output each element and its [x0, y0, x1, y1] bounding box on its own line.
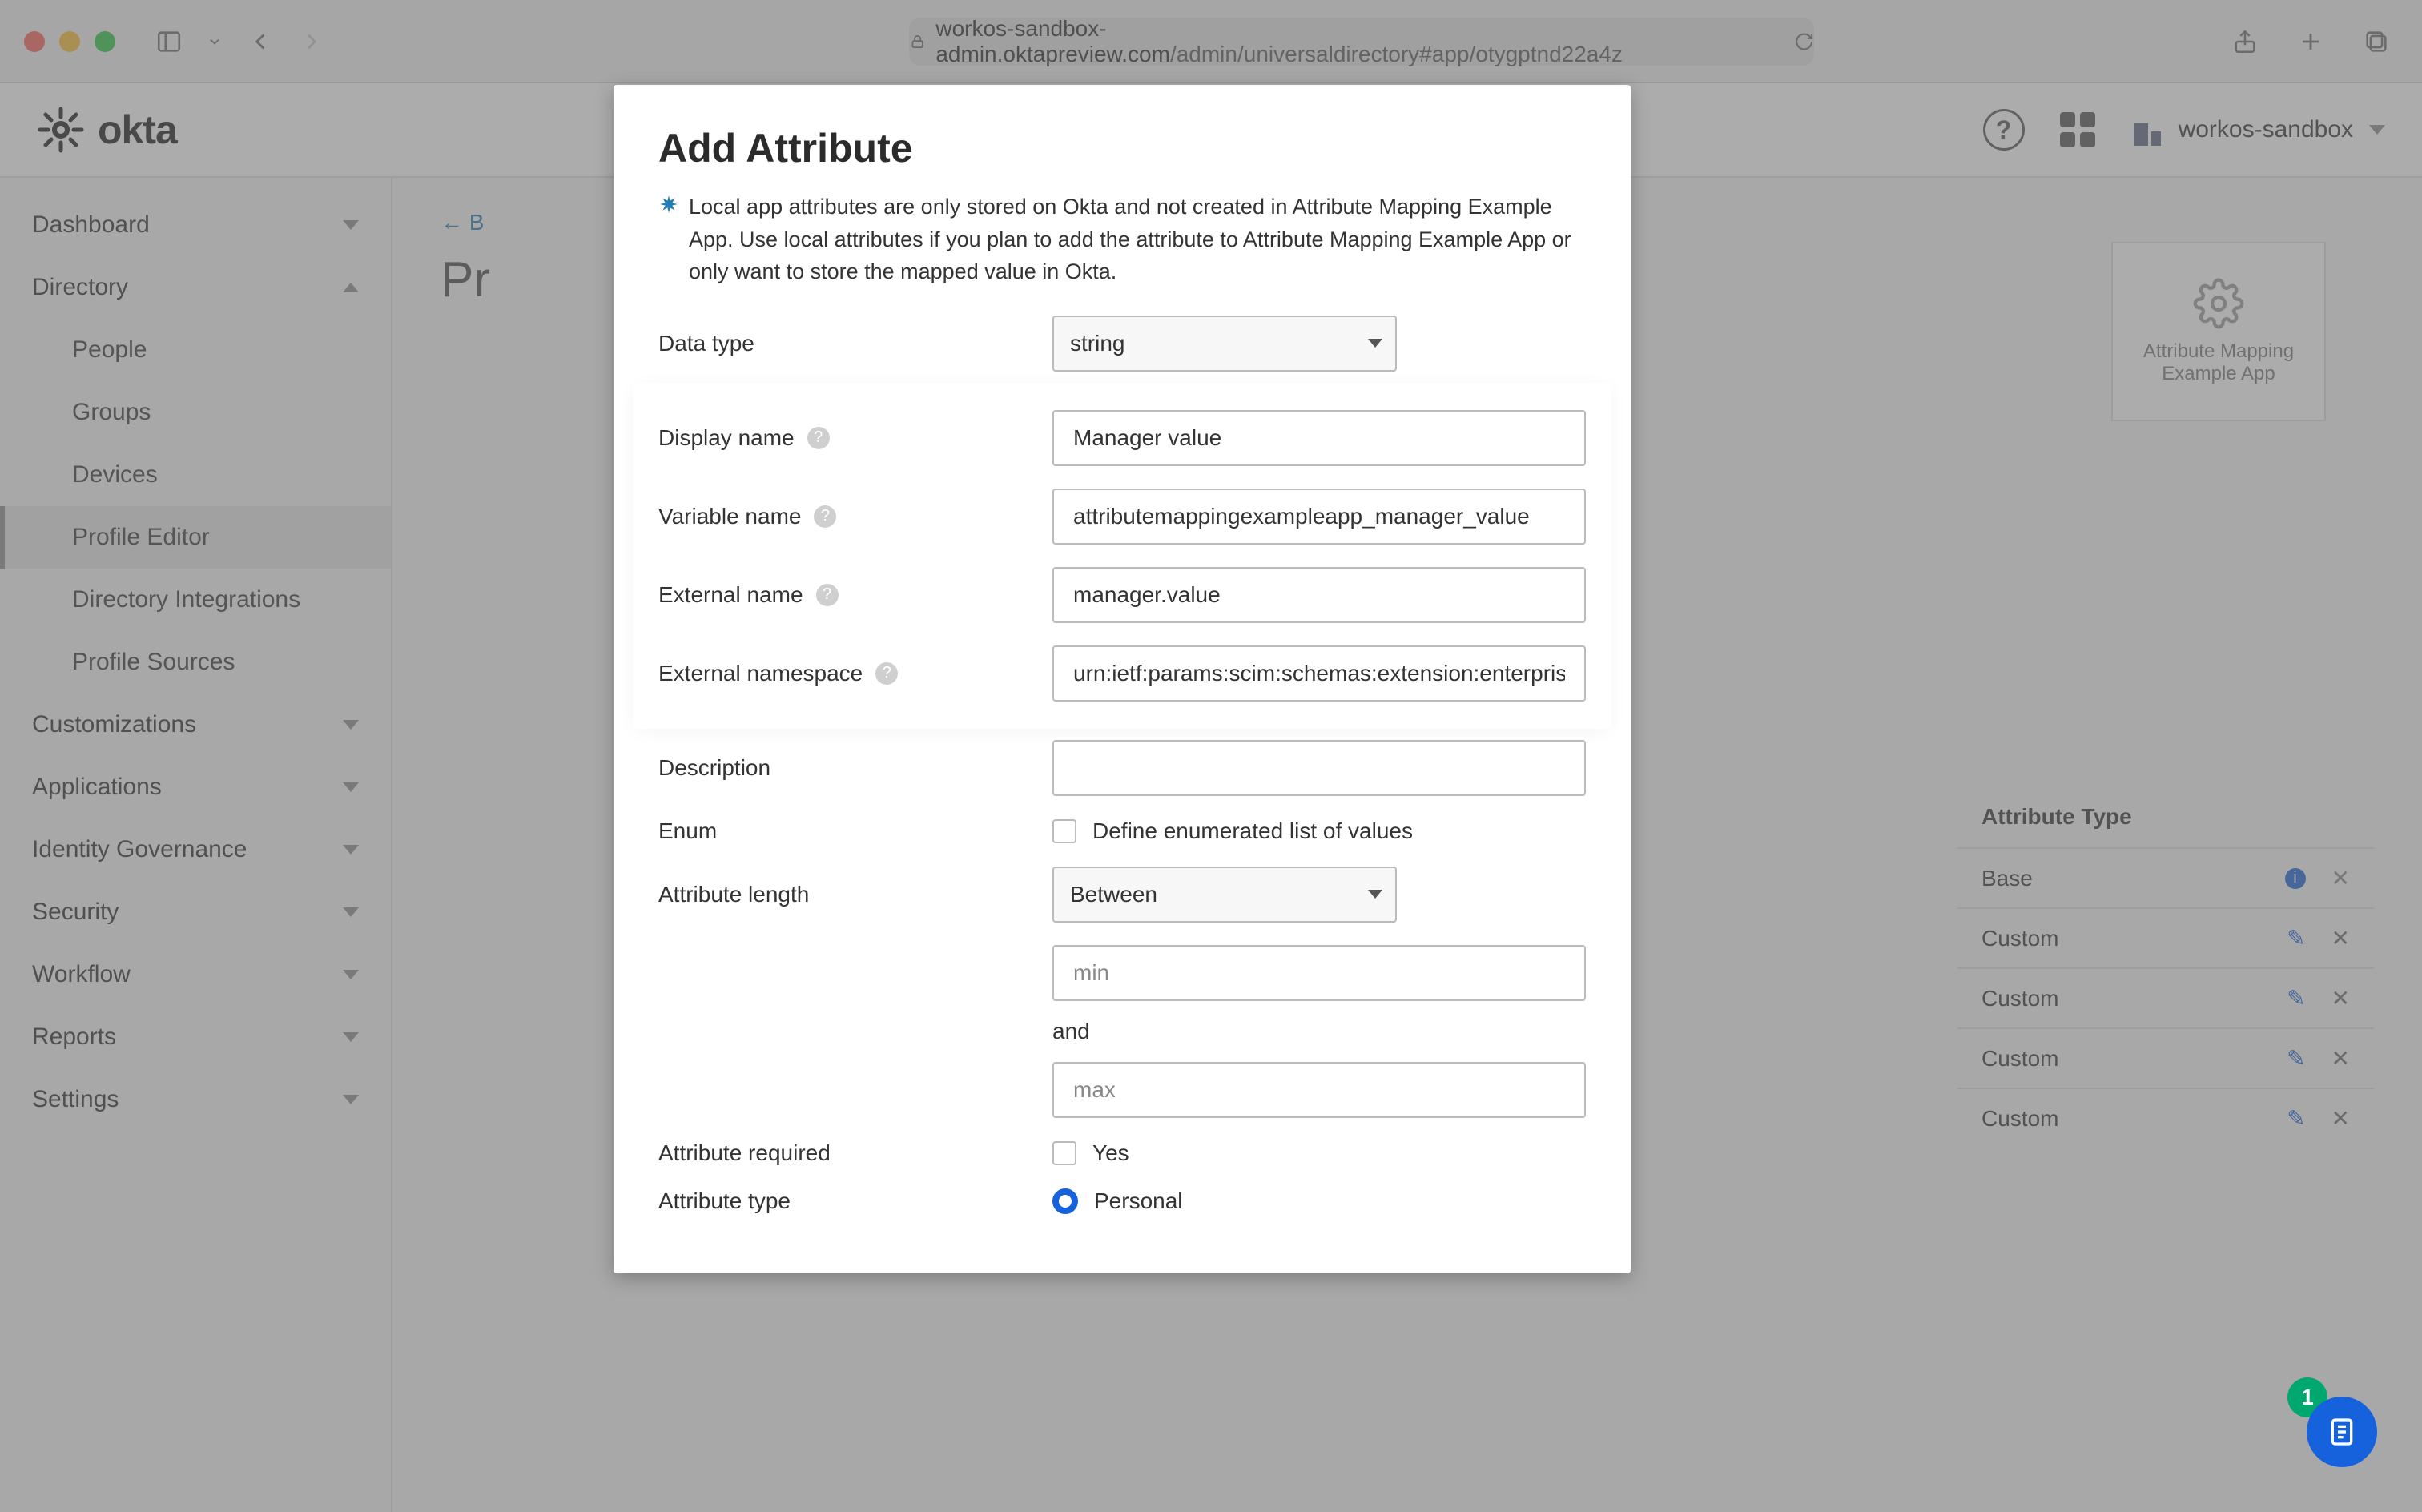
- checkbox-required[interactable]: [1052, 1141, 1076, 1165]
- label-display-name: Display name?: [658, 425, 1052, 451]
- row-max: [658, 1051, 1586, 1129]
- row-enum: Enum Define enumerated list of values: [658, 807, 1586, 855]
- modal-title: Add Attribute: [658, 125, 1586, 171]
- label-attribute-type: Attribute type: [658, 1188, 1052, 1214]
- input-description[interactable]: [1052, 740, 1586, 796]
- chevron-down-icon: [1368, 339, 1382, 348]
- chevron-down-icon: [1368, 890, 1382, 899]
- input-external-name[interactable]: [1052, 567, 1586, 623]
- row-external-name: External name?: [636, 556, 1608, 634]
- document-icon: [2326, 1416, 2358, 1448]
- radio-personal-label: Personal: [1094, 1188, 1183, 1214]
- checkbox-enum-label: Define enumerated list of values: [1092, 818, 1413, 844]
- row-and: and: [658, 1012, 1586, 1051]
- row-variable-name: Variable name?: [636, 477, 1608, 556]
- row-display-name: Display name?: [636, 399, 1608, 477]
- row-min: [658, 934, 1586, 1012]
- row-attribute-length: Attribute length Between: [658, 855, 1586, 934]
- input-max[interactable]: [1052, 1062, 1586, 1118]
- label-data-type: Data type: [658, 331, 1052, 356]
- modal-note: Local app attributes are only stored on …: [658, 191, 1586, 288]
- row-external-namespace: External namespace?: [636, 634, 1608, 713]
- label-variable-name: Variable name?: [658, 504, 1052, 529]
- row-data-type: Data type string: [658, 304, 1586, 383]
- label-external-name: External name?: [658, 582, 1052, 608]
- radio-personal[interactable]: [1052, 1188, 1078, 1214]
- help-icon[interactable]: ?: [875, 662, 898, 685]
- checkbox-enum[interactable]: [1052, 819, 1076, 843]
- help-icon[interactable]: ?: [807, 427, 830, 449]
- checkbox-required-label: Yes: [1092, 1140, 1129, 1166]
- input-display-name[interactable]: [1052, 410, 1586, 466]
- asterisk-icon: [658, 194, 679, 215]
- row-description: Description: [658, 729, 1586, 807]
- help-icon[interactable]: ?: [814, 505, 836, 528]
- help-float-button[interactable]: [2307, 1397, 2377, 1467]
- label-attribute-length: Attribute length: [658, 882, 1052, 907]
- input-external-namespace[interactable]: [1052, 645, 1586, 702]
- label-external-namespace: External namespace?: [658, 661, 1052, 686]
- label-attribute-required: Attribute required: [658, 1140, 1052, 1166]
- add-attribute-modal: Add Attribute Local app attributes are o…: [614, 85, 1631, 1273]
- help-icon[interactable]: ?: [816, 584, 839, 606]
- input-variable-name[interactable]: [1052, 489, 1586, 545]
- highlighted-fields: Display name? Variable name? External na…: [636, 386, 1608, 726]
- label-enum: Enum: [658, 818, 1052, 844]
- row-attribute-type: Attribute type Personal: [658, 1177, 1586, 1225]
- select-attribute-length[interactable]: Between: [1052, 867, 1397, 923]
- row-attribute-required: Attribute required Yes: [658, 1129, 1586, 1177]
- label-description: Description: [658, 755, 1052, 781]
- select-data-type[interactable]: string: [1052, 316, 1397, 372]
- input-min[interactable]: [1052, 945, 1586, 1001]
- label-and: and: [1052, 1019, 1090, 1044]
